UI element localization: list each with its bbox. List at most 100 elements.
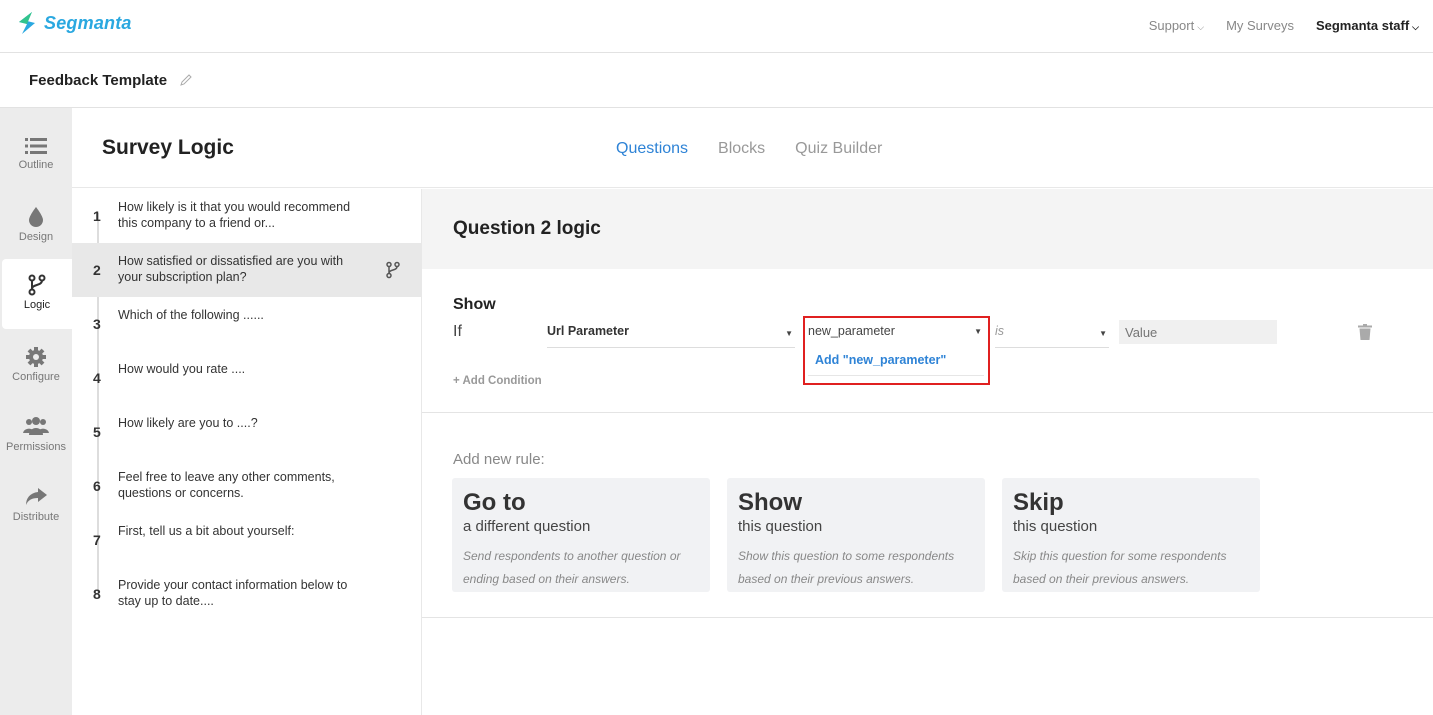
list-item[interactable]: 1 How likely is it that you would recomm… [72, 189, 421, 243]
caret-down-icon: ▼ [974, 327, 982, 336]
gear-icon [26, 347, 46, 367]
branch-icon [28, 274, 46, 296]
parameter-select[interactable]: new_parameter ▼ [808, 324, 984, 346]
skip-rule-card[interactable]: Skip this question Skip this question fo… [1002, 478, 1260, 592]
sidebar-item-label: Distribute [12, 511, 60, 523]
page-title: Survey Logic [102, 136, 234, 159]
tab-questions[interactable]: Questions [616, 140, 688, 158]
question-number: 4 [93, 370, 101, 386]
top-bar: Segmanta Support ⌵ My Surveys Segmanta st… [0, 0, 1433, 53]
top-nav: Support ⌵ My Surveys Segmanta staff ⌵ [1149, 18, 1419, 33]
value-input[interactable] [1119, 320, 1277, 344]
new-rule-label: Add new rule: [453, 451, 545, 468]
list-item[interactable]: 6 Feel free to leave any other comments,… [72, 459, 421, 513]
add-parameter-option[interactable]: Add "new_parameter" [815, 353, 946, 367]
sidebar-item-label: Outline [18, 159, 54, 171]
question-text: How likely is it that you would recommen… [118, 200, 351, 230]
sidebar-item-logic[interactable]: Logic [2, 259, 72, 329]
segmanta-logo-icon [19, 12, 35, 34]
operator-select[interactable]: is ▼ [995, 324, 1109, 348]
card-subtitle: this question [738, 518, 823, 535]
question-logic-title: Question 2 logic [453, 218, 601, 239]
trash-icon[interactable] [1358, 324, 1372, 340]
sidebar-item-configure[interactable]: Configure [0, 336, 72, 406]
logic-editor: Question 2 logic Show If Url Parameter ▼… [422, 189, 1433, 715]
question-number: 3 [93, 316, 101, 332]
question-list: 1 How likely is it that you would recomm… [72, 189, 422, 715]
card-description: Send respondents to another question or … [463, 549, 681, 586]
question-number: 7 [93, 532, 101, 548]
card-title: Show [738, 489, 802, 516]
logic-tabs: Questions Blocks Quiz Builder [616, 140, 882, 158]
operator-value: is [995, 324, 1005, 338]
list-item[interactable]: 2 How satisfied or dissatisfied are you … [72, 243, 421, 297]
question-text: How satisfied or dissatisfied are you wi… [118, 254, 344, 284]
if-label: If [453, 323, 462, 340]
list-item[interactable]: 4 How would you rate .... [72, 351, 421, 405]
sidebar-item-distribute[interactable]: Distribute [0, 476, 72, 546]
show-rule-card[interactable]: Show this question Show this question to… [727, 478, 985, 592]
user-menu[interactable]: Segmanta staff ⌵ [1316, 18, 1419, 33]
my-surveys-link[interactable]: My Surveys [1226, 18, 1294, 33]
question-text: Provide your contact information below t… [118, 578, 348, 608]
support-label: Support [1148, 18, 1195, 33]
question-text: How would you rate .... [118, 362, 246, 376]
list-item[interactable]: 3 Which of the following ...... [72, 297, 421, 351]
question-logic-header: Question 2 logic [422, 189, 1433, 269]
brand-name: Segmanta [44, 12, 132, 33]
card-description: Skip this question for some respondents … [1013, 549, 1227, 586]
list-item[interactable]: 5 How likely are you to ....? [72, 405, 421, 459]
question-text: Which of the following ...... [118, 308, 264, 322]
question-number: 6 [93, 478, 101, 494]
branch-icon[interactable] [385, 261, 401, 279]
question-text: Feel free to leave any other comments, q… [118, 470, 335, 500]
question-text: First, tell us a bit about yourself: [118, 524, 295, 538]
dropdown-divider [808, 375, 984, 376]
list-icon [25, 138, 47, 154]
card-title: Skip [1013, 489, 1064, 516]
left-sidebar: Outline Design Logic Configure Permissio… [0, 108, 72, 715]
question-number: 1 [93, 208, 101, 224]
card-title: Go to [463, 489, 526, 516]
question-number: 8 [93, 586, 101, 602]
chevron-down-icon: ⌵ [1197, 22, 1205, 32]
tab-quiz-builder[interactable]: Quiz Builder [795, 140, 882, 158]
survey-title-bar: Feedback Template [0, 54, 1433, 108]
users-icon [23, 417, 49, 435]
card-subtitle: a different question [463, 518, 591, 535]
question-number: 2 [93, 262, 101, 278]
parameter-value: new_parameter [808, 324, 895, 338]
share-arrow-icon [26, 488, 47, 505]
logic-rule: Show If Url Parameter ▼ new_parameter ▼ … [422, 269, 1433, 413]
droplet-icon [29, 207, 43, 227]
sidebar-item-permissions[interactable]: Permissions [0, 406, 72, 476]
card-subtitle: this question [1013, 518, 1098, 535]
rule-action-label: Show [453, 296, 496, 313]
support-menu[interactable]: Support ⌵ [1149, 18, 1204, 33]
sidebar-item-label: Design [18, 231, 54, 243]
question-number: 5 [93, 424, 101, 440]
goto-rule-card[interactable]: Go to a different question Send responde… [452, 478, 710, 592]
add-condition-button[interactable]: + Add Condition [453, 375, 542, 387]
caret-down-icon: ▼ [1099, 329, 1107, 338]
pencil-icon[interactable] [179, 73, 193, 87]
user-label: Segmanta staff [1315, 18, 1410, 33]
condition-source-value: Url Parameter [547, 324, 629, 338]
sidebar-item-outline[interactable]: Outline [0, 126, 72, 196]
new-rule-section: Add new rule: Go to a different question… [422, 414, 1433, 618]
caret-down-icon: ▼ [785, 329, 793, 338]
list-item[interactable]: 7 First, tell us a bit about yourself: [72, 513, 421, 567]
parameter-dropdown-highlight: new_parameter ▼ Add "new_parameter" [803, 316, 990, 385]
survey-title: Feedback Template [29, 72, 168, 89]
sidebar-item-design[interactable]: Design [0, 196, 72, 266]
logo[interactable]: Segmanta [14, 10, 132, 36]
logic-header: Survey Logic Questions Blocks Quiz Build… [72, 108, 1433, 188]
sidebar-item-label: Permissions [6, 441, 66, 453]
question-text: How likely are you to ....? [118, 416, 258, 430]
chevron-down-icon: ⌵ [1412, 22, 1419, 32]
sidebar-item-label: Configure [12, 371, 60, 383]
condition-source-select[interactable]: Url Parameter ▼ [547, 324, 795, 348]
list-item[interactable]: 8 Provide your contact information below… [72, 567, 421, 621]
tab-blocks[interactable]: Blocks [718, 140, 765, 158]
card-description: Show this question to some respondents b… [738, 549, 955, 586]
